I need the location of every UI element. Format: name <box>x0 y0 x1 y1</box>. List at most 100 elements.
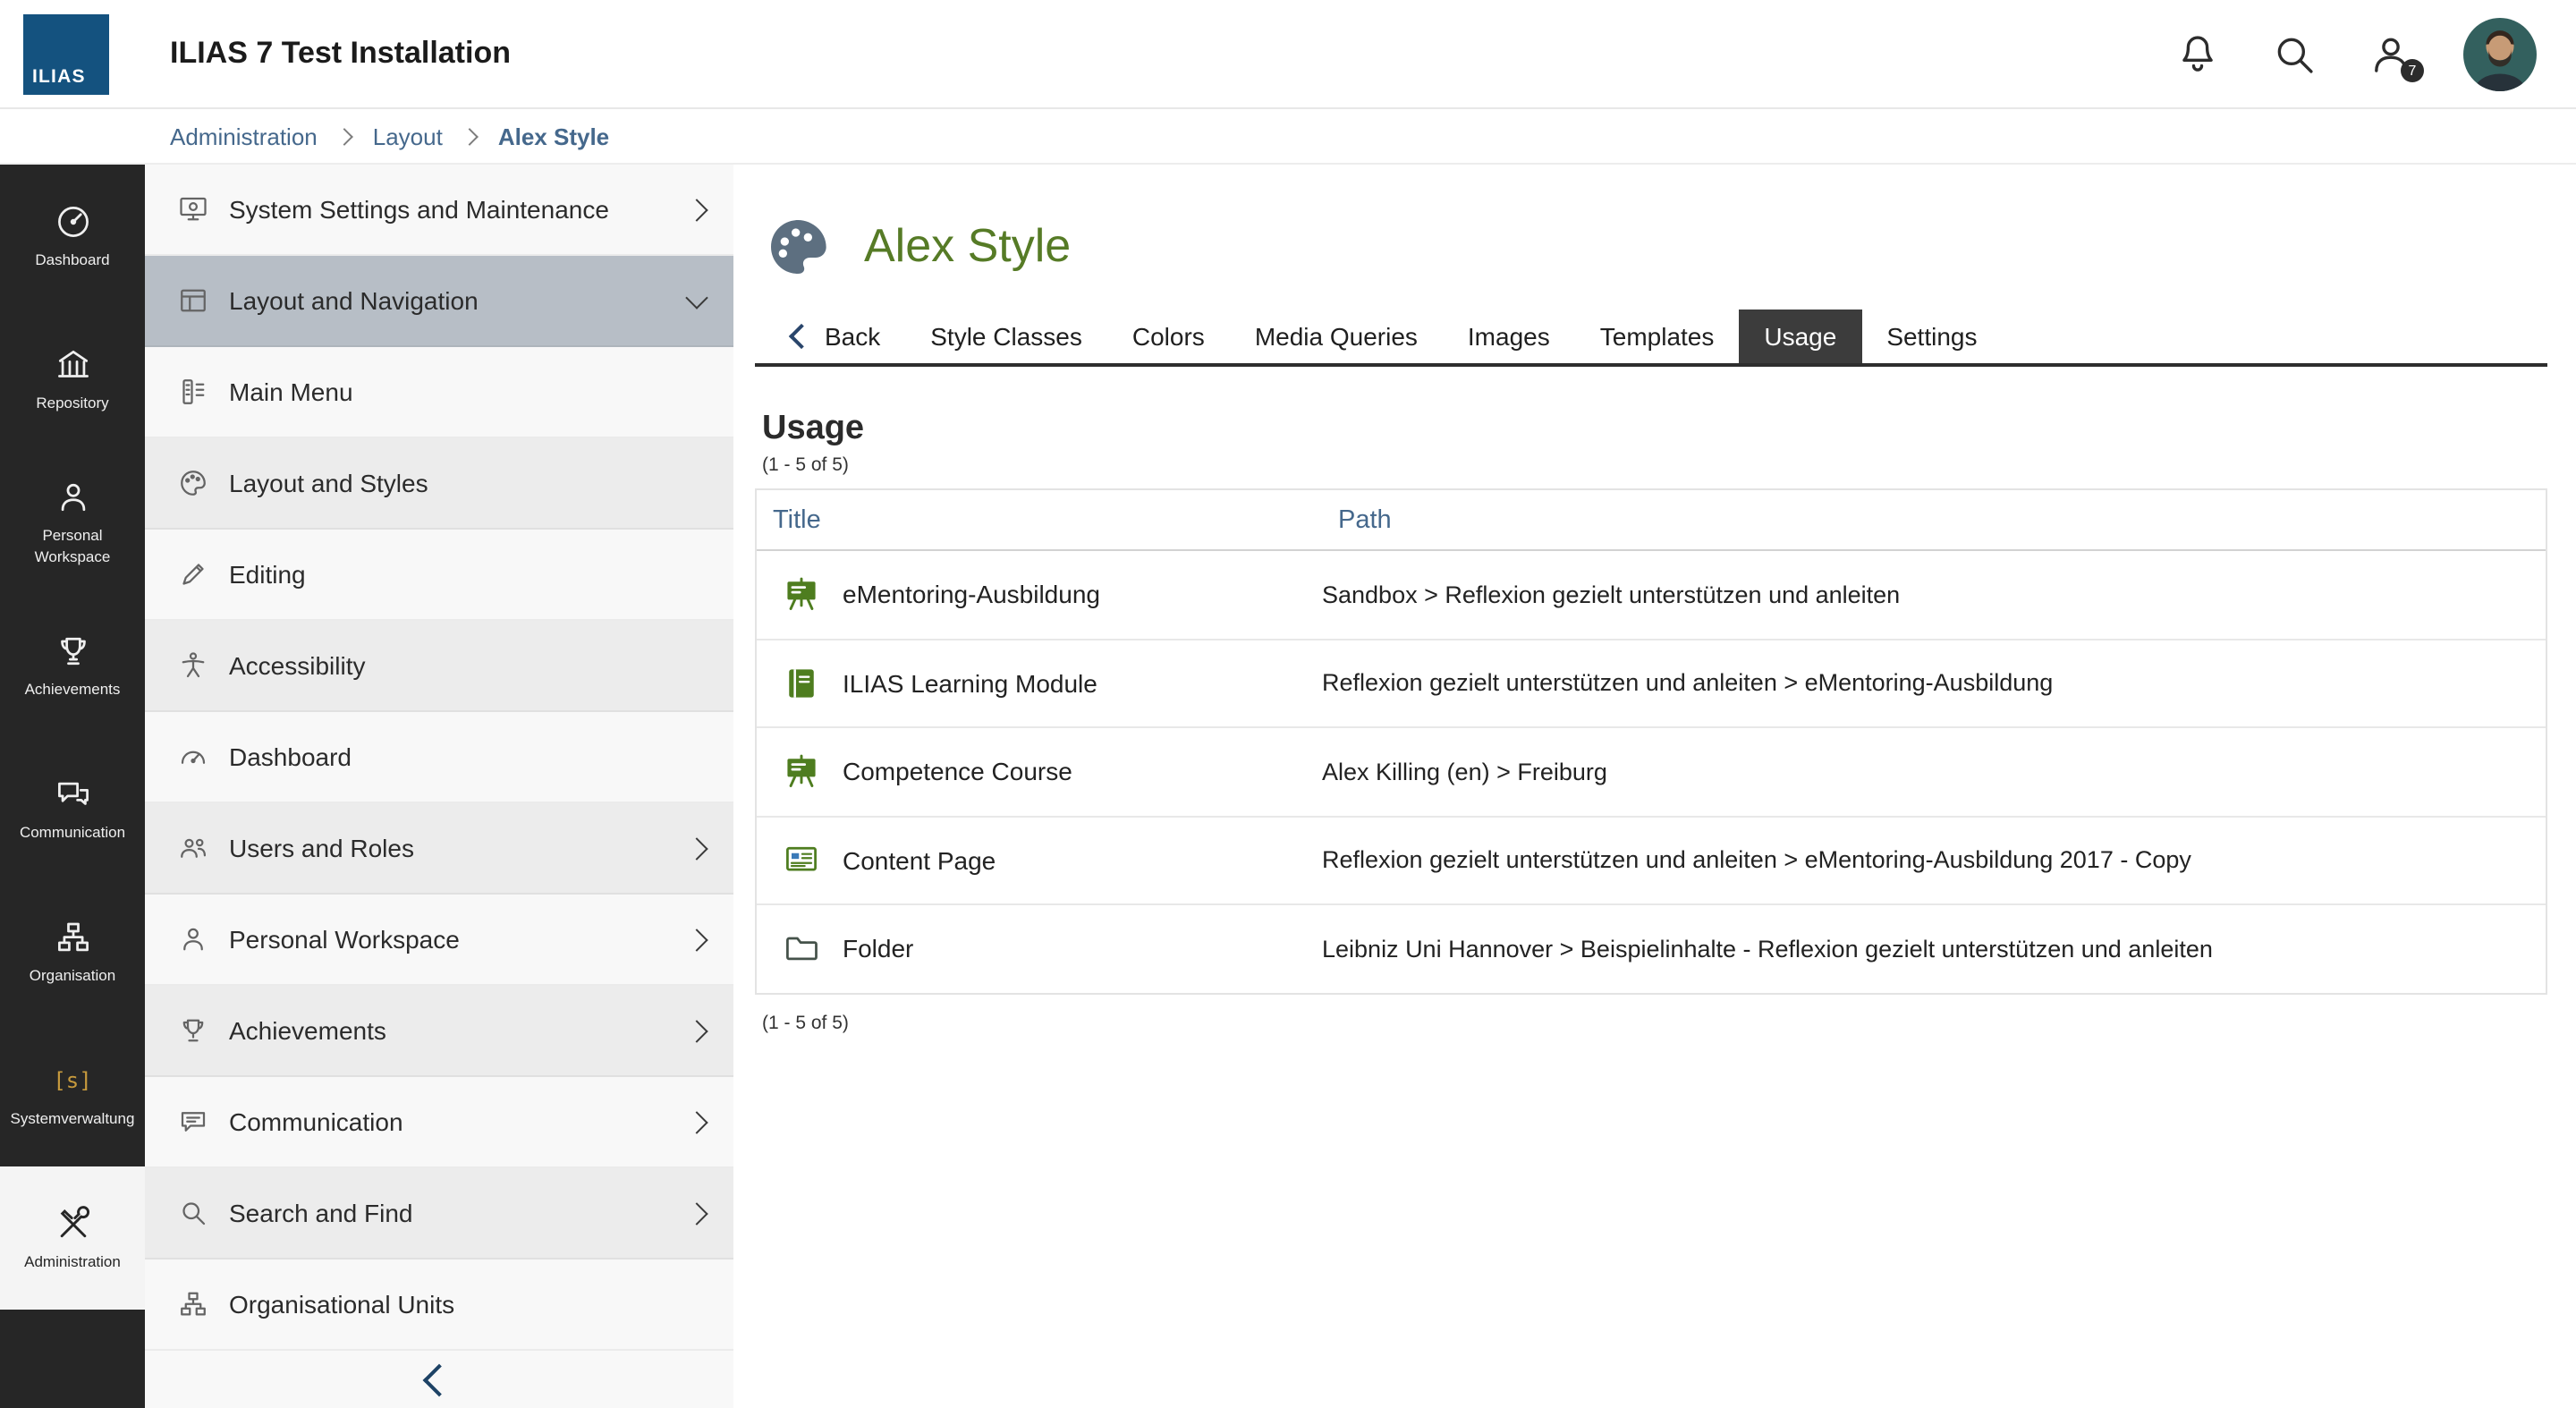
sidebar-item-main-menu[interactable]: Main Menu <box>145 347 733 438</box>
org-chart-icon <box>53 918 92 957</box>
chevron-right-icon <box>685 836 708 859</box>
tab-templates[interactable]: Templates <box>1575 310 1740 363</box>
chevron-right-icon <box>685 1019 708 1041</box>
table-row: ILIAS Learning Module Reflexion gezielt … <box>757 640 2546 728</box>
sidebar-item-search-and-find[interactable]: Search and Find <box>145 1168 733 1260</box>
sidebar-item-system-settings[interactable]: System Settings and Maintenance <box>145 165 733 256</box>
sidebar-item-layout-and-styles[interactable]: Layout and Styles <box>145 438 733 530</box>
admin-sidebar-items: System Settings and Maintenance Layout a… <box>145 165 733 1351</box>
sidebar-item-dashboard[interactable]: Dashboard <box>145 712 733 803</box>
breadcrumb-layout[interactable]: Layout <box>373 123 443 149</box>
rail-item-systemverwaltung[interactable]: [s] Systemverwaltung <box>0 1023 145 1166</box>
chevron-left-icon <box>789 324 814 349</box>
breadcrumb-administration[interactable]: Administration <box>170 123 318 149</box>
tab-colors[interactable]: Colors <box>1107 310 1230 363</box>
main-area: Dashboard Repository Personal Workspace <box>0 165 2576 1408</box>
title-cell: ILIAS Learning Module <box>757 664 1322 703</box>
column-header-title[interactable]: Title <box>757 505 1322 534</box>
object-title: ILIAS Learning Module <box>843 669 1097 698</box>
tab-usage[interactable]: Usage <box>1739 310 1861 363</box>
tab-images[interactable]: Images <box>1443 310 1575 363</box>
sidebar-item-editing[interactable]: Editing <box>145 530 733 621</box>
sidebar-item-achievements[interactable]: Achievements <box>145 986 733 1077</box>
course-icon <box>782 575 821 615</box>
sidebar-item-accessibility[interactable]: Accessibility <box>145 621 733 712</box>
palette-icon <box>177 467 209 499</box>
page-title: Alex Style <box>864 217 1071 273</box>
user-count-badge: 7 <box>2401 58 2424 81</box>
org-chart-icon <box>177 1288 209 1320</box>
sidebar-item-organisational-units[interactable]: Organisational Units <box>145 1260 733 1351</box>
rail-item-dashboard[interactable]: Dashboard <box>0 165 145 308</box>
result-count-top: (1 - 5 of 5) <box>762 454 2547 476</box>
object-title: eMentoring-Ausbildung <box>843 581 1100 609</box>
path-cell: Leibniz Uni Hannover > Beispielinhalte -… <box>1322 936 2546 963</box>
course-icon <box>782 752 821 792</box>
rail-item-personal-workspace[interactable]: Personal Workspace <box>0 451 145 594</box>
notifications-button[interactable] <box>2174 30 2222 78</box>
breadcrumb: Administration Layout Alex Style <box>0 109 2576 165</box>
admin-sidebar: System Settings and Maintenance Layout a… <box>145 165 733 1408</box>
path-cell: Reflexion gezielt unterstützen und anlei… <box>1322 670 2546 697</box>
object-title: Folder <box>843 935 913 963</box>
tab-media-queries[interactable]: Media Queries <box>1230 310 1443 363</box>
result-count-bottom: (1 - 5 of 5) <box>762 1012 2547 1033</box>
learning-module-icon <box>782 664 821 703</box>
breadcrumb-alex-style[interactable]: Alex Style <box>498 123 609 149</box>
sidebar-item-personal-workspace[interactable]: Personal Workspace <box>145 895 733 986</box>
speech-bubble-icon <box>177 1106 209 1138</box>
avatar[interactable] <box>2463 17 2537 90</box>
person-icon <box>53 479 92 518</box>
path-cell: Sandbox > Reflexion gezielt unterstützen… <box>1322 581 2546 608</box>
topbar: ILIAS ILIAS 7 Test Installation <box>0 0 2576 109</box>
sidebar-item-communication[interactable]: Communication <box>145 1077 733 1168</box>
tab-settings[interactable]: Settings <box>1861 310 2002 363</box>
ilias-app: ILIAS ILIAS 7 Test Installation <box>0 0 2576 1408</box>
search-button[interactable] <box>2270 30 2318 78</box>
chevron-right-icon <box>336 127 354 145</box>
path-cell: Alex Killing (en) > Freiburg <box>1322 759 2546 785</box>
ilias-logo[interactable]: ILIAS <box>23 13 109 94</box>
person-icon <box>177 923 209 955</box>
style-palette-icon <box>762 211 834 279</box>
table-row: Folder Leibniz Uni Hannover > Beispielin… <box>757 905 2546 992</box>
app-title: ILIAS 7 Test Installation <box>170 36 511 72</box>
topbar-actions: 7 <box>2174 17 2576 90</box>
title-cell: eMentoring-Ausbildung <box>757 575 1322 615</box>
settings-monitor-icon <box>177 193 209 225</box>
rail-item-organisation[interactable]: Organisation <box>0 880 145 1023</box>
trophy-icon <box>177 1014 209 1047</box>
search-icon <box>177 1197 209 1229</box>
sidebar-item-users-and-roles[interactable]: Users and Roles <box>145 803 733 895</box>
chevron-right-icon <box>685 928 708 950</box>
user-menu-button[interactable]: 7 <box>2367 30 2415 78</box>
main-rail: Dashboard Repository Personal Workspace <box>0 165 145 1408</box>
custom-s-icon: [s] <box>53 1061 91 1100</box>
rail-item-achievements[interactable]: Achievements <box>0 594 145 737</box>
rail-item-communication[interactable]: Communication <box>0 737 145 880</box>
rail-item-administration[interactable]: Administration <box>0 1166 145 1310</box>
rail-item-repository[interactable]: Repository <box>0 308 145 451</box>
tab-style-classes[interactable]: Style Classes <box>905 310 1107 363</box>
table-header-row: Title Path <box>757 490 2546 551</box>
pencil-icon <box>177 558 209 590</box>
content: Alex Style Back Style Classes Colors Med… <box>733 165 2576 1408</box>
layout-grid-icon <box>177 284 209 317</box>
tabs: Back Style Classes Colors Media Queries … <box>755 310 2547 367</box>
tab-back[interactable]: Back <box>767 310 905 363</box>
search-icon <box>2270 30 2318 78</box>
chevron-right-icon <box>685 1110 708 1132</box>
section-title: Usage <box>762 410 2547 449</box>
path-cell: Reflexion gezielt unterstützen und anlei… <box>1322 847 2546 874</box>
column-header-path[interactable]: Path <box>1322 505 2546 534</box>
table-row: Competence Course Alex Killing (en) > Fr… <box>757 728 2546 817</box>
chevron-right-icon <box>685 198 708 220</box>
title-cell: Folder <box>757 929 1322 969</box>
collapse-sidebar-button[interactable] <box>145 1351 733 1408</box>
repository-building-icon <box>53 345 92 385</box>
table-row: eMentoring-Ausbildung Sandbox > Reflexio… <box>757 551 2546 640</box>
sidebar-item-layout-and-navigation[interactable]: Layout and Navigation <box>145 256 733 347</box>
chevron-left-icon <box>423 1363 456 1396</box>
title-cell: Content Page <box>757 841 1322 880</box>
rail-filler <box>0 1310 145 1408</box>
